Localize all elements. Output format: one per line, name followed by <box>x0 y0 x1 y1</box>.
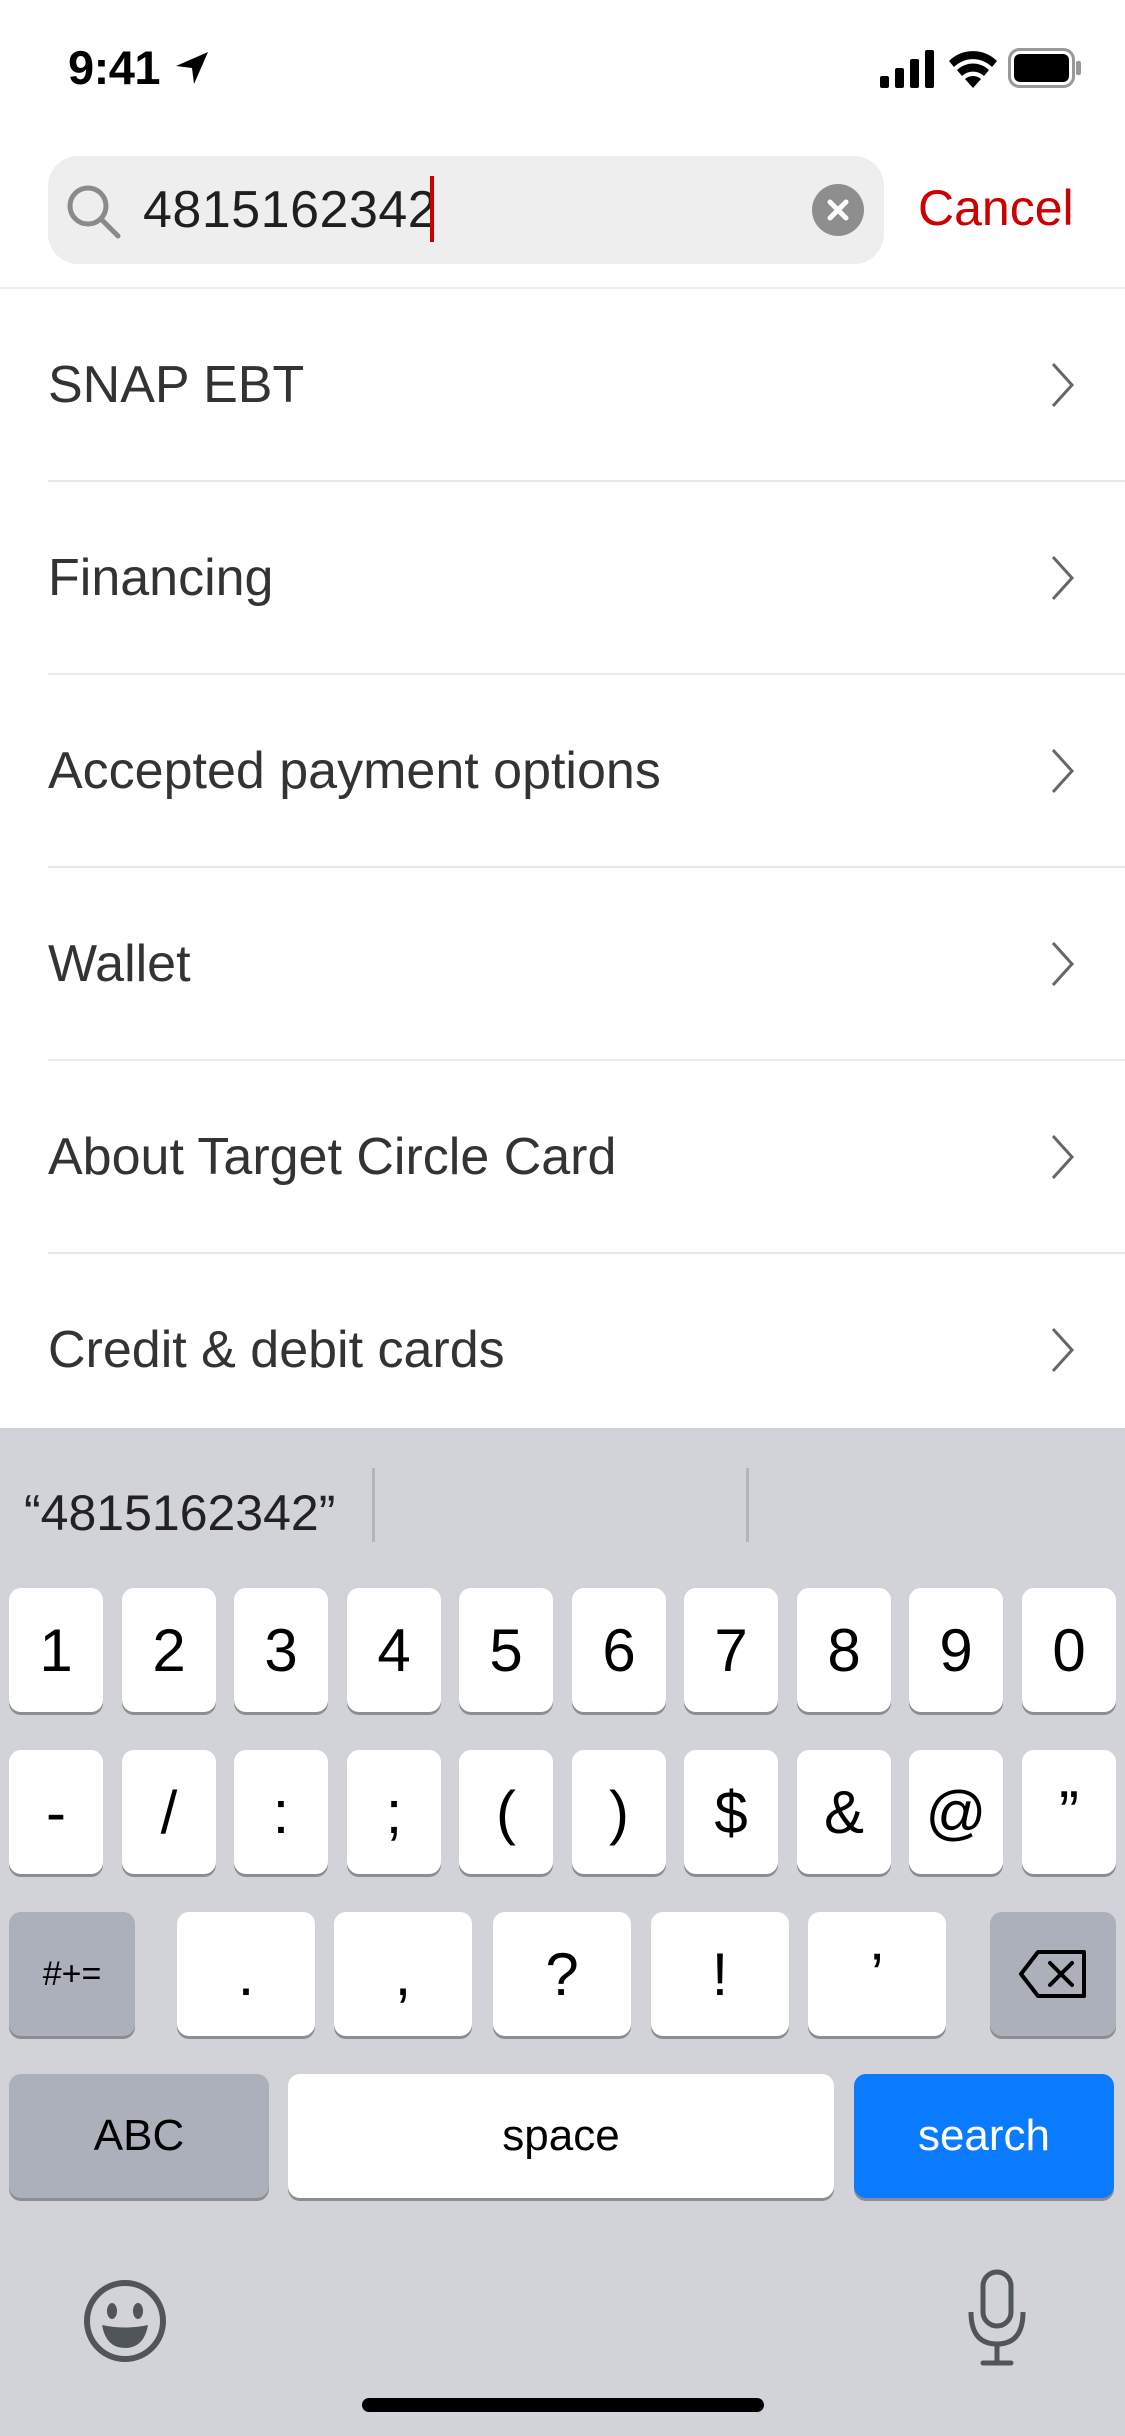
key-1[interactable]: 1 <box>9 1588 103 1712</box>
result-label: Wallet <box>48 935 191 993</box>
search-key[interactable]: search <box>854 2074 1114 2198</box>
result-row-about-target-circle-card[interactable]: About Target Circle Card <box>0 1061 1125 1254</box>
location-arrow-icon <box>176 52 208 84</box>
key-4[interactable]: 4 <box>347 1588 441 1712</box>
space-key[interactable]: space <box>288 2074 834 2198</box>
chevron-right-icon <box>1051 941 1075 987</box>
key-slash[interactable]: / <box>122 1750 216 1874</box>
result-label: About Target Circle Card <box>48 1128 617 1186</box>
result-label: Accepted payment options <box>48 742 661 800</box>
status-bar: 9:41 <box>0 0 1125 140</box>
chevron-right-icon <box>1051 555 1075 601</box>
cancel-button[interactable]: Cancel <box>918 178 1074 238</box>
chevron-right-icon <box>1051 1134 1075 1180</box>
chevron-right-icon <box>1051 748 1075 794</box>
result-label: SNAP EBT <box>48 356 305 414</box>
result-row-snap-ebt[interactable]: SNAP EBT <box>0 289 1125 482</box>
key-hyphen[interactable]: - <box>9 1750 103 1874</box>
chevron-right-icon <box>1051 1327 1075 1373</box>
suggestion-separator <box>372 1468 375 1542</box>
result-row-credit-debit-cards[interactable]: Credit & debit cards <box>0 1254 1125 1447</box>
text-cursor <box>430 176 434 242</box>
wifi-icon <box>949 51 997 88</box>
clear-search-button[interactable] <box>812 184 864 236</box>
key-colon[interactable]: : <box>234 1750 328 1874</box>
cellular-signal-icon <box>880 50 934 88</box>
key-0[interactable]: 0 <box>1022 1588 1116 1712</box>
key-7[interactable]: 7 <box>684 1588 778 1712</box>
key-ampersand[interactable]: & <box>797 1750 891 1874</box>
key-dollar[interactable]: $ <box>684 1750 778 1874</box>
suggestion-separator <box>746 1468 749 1542</box>
delete-key[interactable] <box>990 1912 1116 2036</box>
key-2[interactable]: 2 <box>122 1588 216 1712</box>
backspace-icon <box>1019 1950 1086 1998</box>
clear-circle-icon <box>827 199 849 221</box>
key-apostrophe[interactable]: ’ <box>808 1912 946 2036</box>
result-label: Credit & debit cards <box>48 1321 505 1379</box>
key-question[interactable]: ? <box>493 1912 631 2036</box>
result-row-financing[interactable]: Financing <box>0 482 1125 675</box>
emoji-icon[interactable] <box>82 2278 168 2364</box>
key-semicolon[interactable]: ; <box>347 1750 441 1874</box>
key-6[interactable]: 6 <box>572 1588 666 1712</box>
home-indicator[interactable] <box>362 2398 764 2412</box>
key-at[interactable]: @ <box>909 1750 1003 1874</box>
key-8[interactable]: 8 <box>797 1588 891 1712</box>
keyboard-suggestion[interactable]: “4815162342” <box>24 1484 335 1542</box>
key-9[interactable]: 9 <box>909 1588 1003 1712</box>
key-exclamation[interactable]: ! <box>651 1912 789 2036</box>
status-time: 9:41 <box>68 41 161 94</box>
result-label: Financing <box>48 549 274 607</box>
key-3[interactable]: 3 <box>234 1588 328 1712</box>
result-row-accepted-payment-options[interactable]: Accepted payment options <box>0 675 1125 868</box>
battery-icon <box>1008 48 1081 88</box>
key-quote[interactable]: ” <box>1022 1750 1116 1874</box>
key-close-paren[interactable]: ) <box>572 1750 666 1874</box>
key-more-symbols[interactable]: #+= <box>9 1912 135 2036</box>
microphone-icon[interactable] <box>965 2268 1029 2368</box>
key-5[interactable]: 5 <box>459 1588 553 1712</box>
abc-key[interactable]: ABC <box>9 2074 269 2198</box>
chevron-right-icon <box>1051 362 1075 408</box>
key-period[interactable]: . <box>177 1912 315 2036</box>
key-open-paren[interactable]: ( <box>459 1750 553 1874</box>
search-icon <box>67 185 121 239</box>
result-row-wallet[interactable]: Wallet <box>0 868 1125 1061</box>
keyboard: “4815162342” 1 2 3 4 5 6 7 8 9 0 - / : ;… <box>0 1428 1125 2436</box>
search-input-value[interactable]: 4815162342 <box>143 180 437 240</box>
key-comma[interactable]: , <box>334 1912 472 2036</box>
search-results-list: SNAP EBT Financing Accepted payment opti… <box>0 289 1125 1447</box>
